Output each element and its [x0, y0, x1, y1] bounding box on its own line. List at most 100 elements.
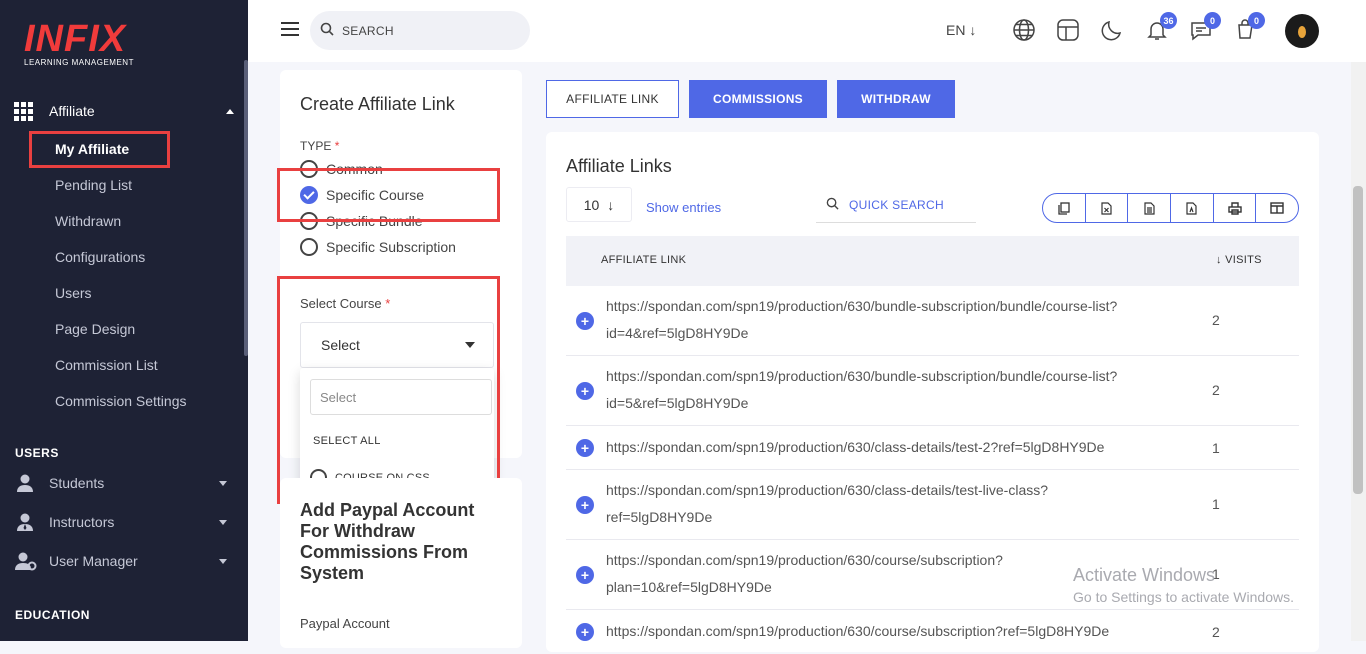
- sidebar-item-label: Instructors: [49, 514, 115, 530]
- visits-count: 2: [1212, 624, 1220, 640]
- paypal-account-label: Paypal Account: [300, 616, 390, 631]
- logo-text: INFIX: [24, 18, 127, 60]
- radio-label: Specific Subscription: [326, 239, 456, 255]
- column-header-visits-text: VISITS: [1225, 254, 1262, 266]
- table-row: + https://spondan.com/spn19/production/6…: [566, 426, 1299, 470]
- expand-plus-icon[interactable]: +: [576, 566, 594, 584]
- column-header-affiliate-link[interactable]: AFFILIATE LINK: [601, 254, 686, 266]
- expand-plus-icon[interactable]: +: [576, 439, 594, 457]
- sidebar-item-my-affiliate[interactable]: My Affiliate: [55, 141, 129, 157]
- sidebar-item-users[interactable]: Users: [55, 285, 92, 301]
- visits-count: 1: [1212, 496, 1220, 512]
- avatar[interactable]: [1285, 14, 1319, 48]
- affiliate-link-text[interactable]: https://spondan.com/spn19/production/630…: [606, 293, 1206, 347]
- affiliate-link-text[interactable]: https://spondan.com/spn19/production/630…: [606, 363, 1206, 417]
- affiliate-links-title: Affiliate Links: [566, 156, 672, 176]
- pdf-button[interactable]: [1171, 194, 1214, 222]
- columns-icon: [1270, 202, 1284, 214]
- sidebar-item-label: User Manager: [49, 553, 138, 569]
- sidebar-item-label: Students: [49, 475, 105, 491]
- print-button[interactable]: [1214, 194, 1257, 222]
- section-heading-users: USERS: [15, 446, 59, 460]
- radio-circle: [300, 238, 318, 256]
- print-icon: [1227, 201, 1242, 215]
- page-scrollbar[interactable]: [1351, 62, 1366, 641]
- expand-plus-icon[interactable]: +: [576, 382, 594, 400]
- windows-activation-watermark: Activate Windows Go to Settings to activ…: [1073, 565, 1294, 605]
- visits-count: 2: [1212, 312, 1220, 328]
- user-settings-icon: [15, 551, 37, 571]
- chevron-down-icon: [219, 558, 227, 564]
- chevron-down-icon: [219, 480, 227, 486]
- cart-count-badge: 0: [1248, 12, 1265, 29]
- sidebar-item-pending-list[interactable]: Pending List: [55, 177, 132, 193]
- instructor-icon: [15, 512, 35, 532]
- paypal-title: Add Paypal Account For Withdraw Commissi…: [300, 500, 475, 583]
- csv-button[interactable]: [1128, 194, 1172, 222]
- excel-button[interactable]: [1086, 194, 1129, 222]
- per-page-select[interactable]: 10 ↓: [566, 187, 632, 222]
- arrow-down-icon: ↓: [607, 196, 615, 213]
- globe-icon[interactable]: [1012, 18, 1038, 44]
- copy-button[interactable]: [1043, 194, 1086, 222]
- dark-mode-moon-icon[interactable]: [1100, 18, 1126, 44]
- pdf-icon: [1186, 201, 1197, 215]
- section-heading-education: EDUCATION: [15, 608, 90, 622]
- radio-specific-subscription[interactable]: Specific Subscription: [300, 238, 456, 256]
- column-header-visits[interactable]: ↓ VISITS: [1216, 254, 1262, 266]
- watermark-line2: Go to Settings to activate Windows.: [1073, 589, 1294, 605]
- app-logo[interactable]: INFIX LEARNING MANAGEMENT: [24, 18, 134, 67]
- table-header: AFFILIATE LINK ↓ VISITS: [566, 236, 1299, 286]
- tab-withdraw[interactable]: WITHDRAW: [837, 80, 955, 118]
- visits-count: 2: [1212, 382, 1220, 398]
- quick-search-input[interactable]: QUICK SEARCH: [816, 188, 976, 223]
- search-placeholder: SEARCH: [342, 23, 394, 38]
- affiliate-link-text[interactable]: https://spondan.com/spn19/production/630…: [606, 547, 1086, 601]
- type-label-text: TYPE: [300, 139, 332, 153]
- language-value: EN: [946, 22, 966, 38]
- sidebar-item-affiliate[interactable]: Affiliate: [14, 100, 234, 122]
- watermark-line1: Activate Windows: [1073, 565, 1216, 585]
- search-input[interactable]: SEARCH: [310, 11, 530, 50]
- sidebar: INFIX LEARNING MANAGEMENT Affiliate My A…: [0, 0, 248, 641]
- affiliate-link-text[interactable]: https://spondan.com/spn19/production/630…: [606, 434, 1206, 461]
- type-label: TYPE *: [300, 139, 339, 153]
- user-icon: [15, 473, 35, 493]
- csv-icon: [1144, 201, 1155, 215]
- tab-commissions[interactable]: COMMISSIONS: [689, 80, 827, 118]
- sidebar-item-students[interactable]: Students: [15, 473, 227, 493]
- sidebar-item-user-manager[interactable]: User Manager: [15, 551, 227, 571]
- affiliate-link-text[interactable]: https://spondan.com/spn19/production/630…: [606, 477, 1146, 531]
- sidebar-item-instructors[interactable]: Instructors: [15, 512, 227, 532]
- highlight-box-specific-course: [277, 168, 500, 222]
- layout-icon[interactable]: [1056, 18, 1082, 44]
- chevron-up-icon: [226, 108, 234, 114]
- sidebar-scrollbar[interactable]: [244, 60, 248, 356]
- grid-icon: [14, 102, 34, 121]
- table-row: + https://spondan.com/spn19/production/6…: [566, 610, 1299, 654]
- sidebar-item-commission-settings[interactable]: Commission Settings: [55, 393, 187, 409]
- sidebar-item-label: Affiliate: [49, 103, 95, 119]
- expand-plus-icon[interactable]: +: [576, 496, 594, 514]
- cart-button[interactable]: 0: [1233, 12, 1265, 44]
- search-icon: [320, 22, 334, 39]
- notifications-button[interactable]: 36: [1145, 12, 1177, 44]
- quick-search-placeholder: QUICK SEARCH: [849, 198, 944, 212]
- table-row: + https://spondan.com/spn19/production/6…: [566, 470, 1299, 540]
- columns-button[interactable]: [1256, 194, 1298, 222]
- scrollbar-thumb[interactable]: [1353, 186, 1363, 494]
- language-select[interactable]: EN ↓: [946, 22, 976, 38]
- copy-icon: [1058, 201, 1070, 215]
- sidebar-item-commission-list[interactable]: Commission List: [55, 357, 158, 373]
- table-row: + https://spondan.com/spn19/production/6…: [566, 356, 1299, 426]
- tab-affiliate-link[interactable]: AFFILIATE LINK: [546, 80, 679, 118]
- create-affiliate-title: Create Affiliate Link: [300, 94, 455, 114]
- sidebar-item-configurations[interactable]: Configurations: [55, 249, 145, 265]
- excel-icon: [1101, 201, 1112, 215]
- sidebar-item-withdrawn[interactable]: Withdrawn: [55, 213, 121, 229]
- sidebar-item-page-design[interactable]: Page Design: [55, 321, 135, 337]
- hamburger-menu-icon[interactable]: [281, 22, 299, 36]
- expand-plus-icon[interactable]: +: [576, 623, 594, 641]
- expand-plus-icon[interactable]: +: [576, 312, 594, 330]
- messages-button[interactable]: 0: [1189, 12, 1221, 44]
